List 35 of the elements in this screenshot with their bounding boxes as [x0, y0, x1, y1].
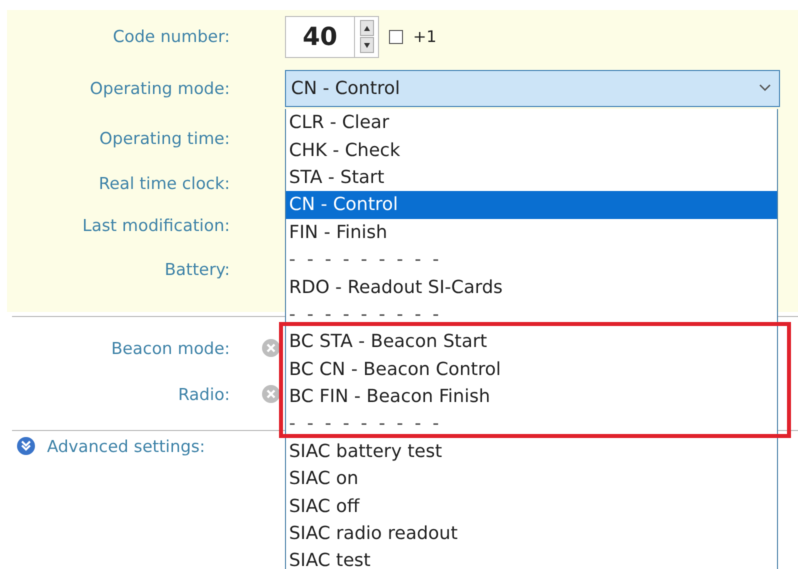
- operating-mode-dropdown[interactable]: CN - Control: [285, 70, 780, 107]
- dropdown-option[interactable]: BC STA - Beacon Start: [286, 328, 777, 356]
- expand-icon[interactable]: [17, 437, 35, 455]
- spinner[interactable]: [355, 16, 379, 58]
- checkbox-label: +1: [413, 27, 437, 46]
- clear-icon[interactable]: [262, 339, 280, 357]
- dropdown-option[interactable]: RDO - Readout SI-Cards: [286, 273, 777, 301]
- dropdown-option[interactable]: BC FIN - Beacon Finish: [286, 382, 777, 410]
- field-label: Code number:: [112, 27, 230, 46]
- field-label: Operating mode:: [88, 78, 230, 98]
- field-label: Radio:: [177, 384, 230, 404]
- dropdown-option[interactable]: STA - Start: [286, 164, 777, 192]
- dropdown-option[interactable]: CN - Control: [286, 191, 777, 219]
- dropdown-option[interactable]: SIAC test: [286, 547, 777, 569]
- field-label: Advanced settings:: [47, 436, 206, 456]
- plus-one-checkbox[interactable]: [389, 30, 403, 44]
- dropdown-option[interactable]: FIN - Finish: [286, 218, 777, 246]
- dropdown-option[interactable]: CHK - Check: [286, 136, 777, 164]
- dropdown-option[interactable]: SIAC off: [286, 492, 777, 520]
- dropdown-option[interactable]: CLR - Clear: [286, 109, 777, 136]
- chevron-down-icon[interactable]: [759, 84, 771, 92]
- field-label: Real time clock:: [98, 174, 230, 192]
- field-label: Operating time:: [98, 128, 230, 148]
- field-label: Last modification:: [81, 216, 230, 234]
- code-number-field[interactable]: 40: [285, 16, 355, 58]
- dropdown-separator: - - - - - - - - -: [288, 302, 440, 327]
- field-label: Beacon mode:: [110, 338, 230, 358]
- dropdown-option[interactable]: BC CN - Beacon Control: [286, 356, 777, 383]
- dropdown-separator: - - - - - - - - -: [288, 412, 440, 436]
- clear-icon[interactable]: [262, 385, 280, 403]
- dropdown-separator: - - - - - - - - -: [288, 248, 440, 272]
- field-label: Battery:: [164, 260, 230, 278]
- dropdown-option[interactable]: SIAC battery test: [286, 438, 777, 466]
- dropdown-option[interactable]: SIAC on: [286, 465, 777, 492]
- dropdown-option[interactable]: SIAC radio readout: [286, 520, 777, 548]
